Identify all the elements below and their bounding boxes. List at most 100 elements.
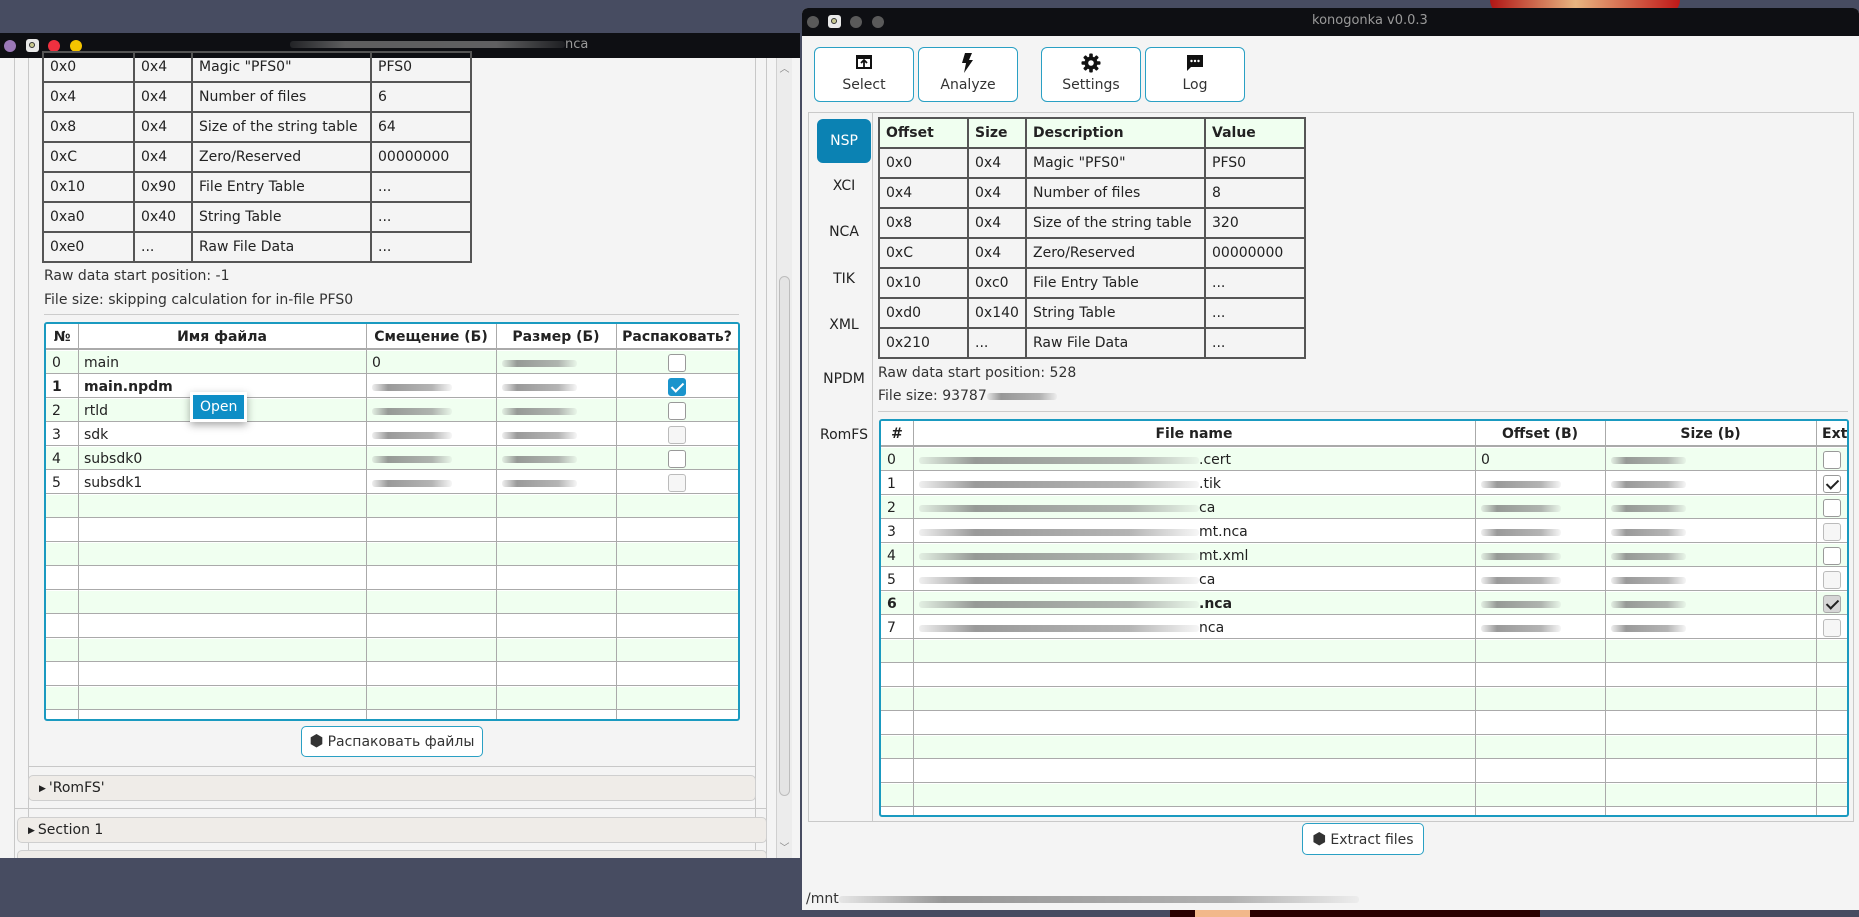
column-divider[interactable] xyxy=(913,421,914,815)
table-row[interactable]: 0 .cert 0 xyxy=(881,448,1847,471)
column-header[interactable]: Распаковать? xyxy=(616,324,738,348)
extract-checkbox[interactable] xyxy=(1822,595,1841,613)
header-table-cell: ... xyxy=(370,171,472,203)
tab-xci[interactable]: XCI xyxy=(817,164,871,208)
header-table-row: 0xe0... Raw File Data... xyxy=(42,231,472,263)
table-row[interactable]: 4 mt.xml xyxy=(881,544,1847,567)
header-table-cell: 0x4 xyxy=(967,207,1027,239)
table-row[interactable]: 1 main.npdm xyxy=(46,375,738,398)
select-button[interactable]: Select xyxy=(814,47,914,102)
window-menu-icon[interactable] xyxy=(4,40,16,52)
right-window-titlebar[interactable]: konogonka v0.0.3 xyxy=(802,8,1859,36)
table-row[interactable]: 6 .nca xyxy=(881,592,1847,615)
header-table-cell: ... xyxy=(370,201,472,233)
table-row[interactable]: 2 rtld xyxy=(46,399,738,422)
file-size xyxy=(1605,472,1816,494)
redacted-text xyxy=(372,479,452,487)
extract-checkbox[interactable] xyxy=(668,426,686,444)
romfs-collapsible[interactable]: ▶ 'RomFS' xyxy=(28,775,756,801)
tab-npdm[interactable]: NPDM xyxy=(817,357,871,401)
header-table-cell: 0x4 xyxy=(967,177,1027,209)
header-table-cell: 8 xyxy=(1204,177,1306,209)
column-divider[interactable] xyxy=(616,324,617,719)
column-header[interactable]: Size (b) xyxy=(1605,421,1816,445)
tab-tik[interactable]: TIK xyxy=(817,257,871,301)
next-section-collapsible[interactable] xyxy=(17,850,767,858)
column-header[interactable]: Offset (B) xyxy=(1475,421,1605,445)
right-file-table[interactable]: #File nameOffset (B)Size (b)Extract? 0 .ce… xyxy=(879,419,1849,817)
extract-checkbox[interactable] xyxy=(1822,547,1841,565)
extract-checkbox[interactable] xyxy=(1822,619,1841,637)
table-row[interactable]: 3 mt.nca xyxy=(881,520,1847,543)
context-menu: Open xyxy=(190,392,248,422)
tab-romfs[interactable]: RomFS xyxy=(817,413,871,457)
log-button[interactable]: Log xyxy=(1145,47,1245,102)
column-header[interactable]: File name xyxy=(913,421,1475,445)
left-file-table[interactable]: № Имя файла Смещение (Б) Размер (Б) Распаков… xyxy=(44,322,740,721)
scroll-up-icon[interactable]: ︿ xyxy=(777,60,792,75)
extract-files-button[interactable]: ⬢ Extract files xyxy=(1302,823,1424,855)
context-menu-open[interactable]: Open xyxy=(193,395,245,419)
settings-button[interactable]: Settings xyxy=(1041,47,1141,102)
extract-checkbox[interactable] xyxy=(1822,523,1841,541)
header-table-cell: 00000000 xyxy=(370,141,472,173)
file-name-suffix: ca xyxy=(1199,572,1216,588)
table-row[interactable]: 7 nca xyxy=(881,616,1847,639)
extract-checkbox[interactable] xyxy=(668,402,686,420)
row-index: 6 xyxy=(887,596,897,612)
scrollbar-thumb[interactable] xyxy=(779,276,790,796)
row-index: 5 xyxy=(52,475,61,491)
table-row[interactable]: 5 subsdk1 xyxy=(46,471,738,494)
column-header[interactable]: # xyxy=(881,421,913,445)
header-table-row: 0x0 0x4 Magic "PFS0" PFS0 xyxy=(878,147,1306,179)
extract-checkbox[interactable] xyxy=(1822,475,1841,493)
file-name-suffix: mt.xml xyxy=(1199,548,1249,564)
table-row[interactable]: 4 subsdk0 xyxy=(46,447,738,470)
redacted-text xyxy=(502,407,577,415)
extract-files-button-ru[interactable]: ⬢ Распаковать файлы xyxy=(301,726,483,757)
close-icon[interactable] xyxy=(850,16,862,28)
extract-checkbox[interactable] xyxy=(1822,451,1841,469)
table-row[interactable]: 5 ca xyxy=(881,568,1847,591)
window-menu-icon[interactable] xyxy=(807,16,819,28)
extract-checkbox[interactable] xyxy=(668,354,686,372)
redacted-text xyxy=(919,576,1199,584)
header-table-cell: 0xC xyxy=(878,237,969,269)
table-row[interactable]: 3 sdk xyxy=(46,423,738,446)
extract-checkbox[interactable] xyxy=(668,378,686,396)
file-size xyxy=(1605,448,1816,470)
tab-nca[interactable]: NCA xyxy=(817,210,871,254)
tab-xml[interactable]: XML xyxy=(817,303,871,347)
row-index: 1 xyxy=(887,476,896,492)
column-divider[interactable] xyxy=(1816,421,1817,815)
column-header[interactable]: Имя файла xyxy=(78,324,366,348)
table-row[interactable]: 1 .tik xyxy=(881,472,1847,495)
left-scrollbar[interactable]: ︿ ﹀ xyxy=(776,58,792,858)
column-header[interactable]: Extract? xyxy=(1816,421,1847,445)
column-divider[interactable] xyxy=(1605,421,1606,815)
table-row[interactable]: 0 main 0 xyxy=(46,351,738,374)
tab-nsp[interactable]: NSP xyxy=(817,119,871,163)
file-name: .cert xyxy=(913,448,1475,470)
right-file-size: File size: 93787 xyxy=(878,388,1057,404)
analyze-button[interactable]: Analyze xyxy=(918,47,1018,102)
column-divider[interactable] xyxy=(1475,421,1476,815)
table-row[interactable]: 2 ca xyxy=(881,496,1847,519)
file-offset xyxy=(366,471,496,493)
extract-checkbox[interactable] xyxy=(1822,499,1841,517)
column-header[interactable]: Размер (Б) xyxy=(496,324,616,348)
column-header[interactable]: № xyxy=(46,324,78,348)
extract-checkbox[interactable] xyxy=(668,474,686,492)
section1-collapsible[interactable]: ▶ Section 1 xyxy=(17,817,767,843)
scroll-down-icon[interactable]: ﹀ xyxy=(777,839,792,854)
redacted-text xyxy=(1481,480,1561,488)
column-divider[interactable] xyxy=(366,324,367,719)
column-divider[interactable] xyxy=(496,324,497,719)
column-divider[interactable] xyxy=(78,324,79,719)
column-header[interactable]: Смещение (Б) xyxy=(366,324,496,348)
header-table-cell: 0xd0 xyxy=(878,297,969,329)
header-table-head: Offset Size Description Value xyxy=(878,117,1306,149)
extract-checkbox[interactable] xyxy=(1822,571,1841,589)
extract-checkbox[interactable] xyxy=(668,450,686,468)
minimize-icon[interactable] xyxy=(872,16,884,28)
